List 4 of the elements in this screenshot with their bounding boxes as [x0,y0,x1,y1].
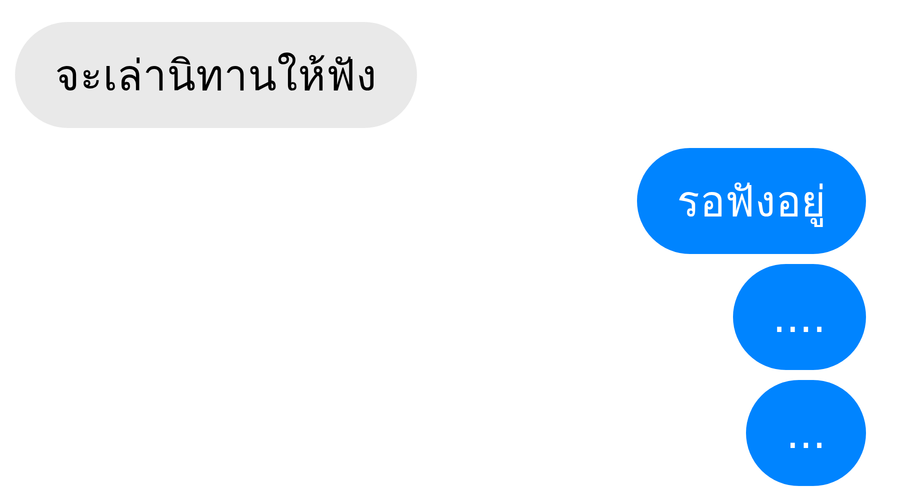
message-bubble: .... [732,264,866,370]
message-bubble: จะเล่านิทานให้ฟัง [15,22,417,128]
message-bubble: รอฟังอยู่ [637,148,866,254]
message-bubble: ... [746,380,866,486]
